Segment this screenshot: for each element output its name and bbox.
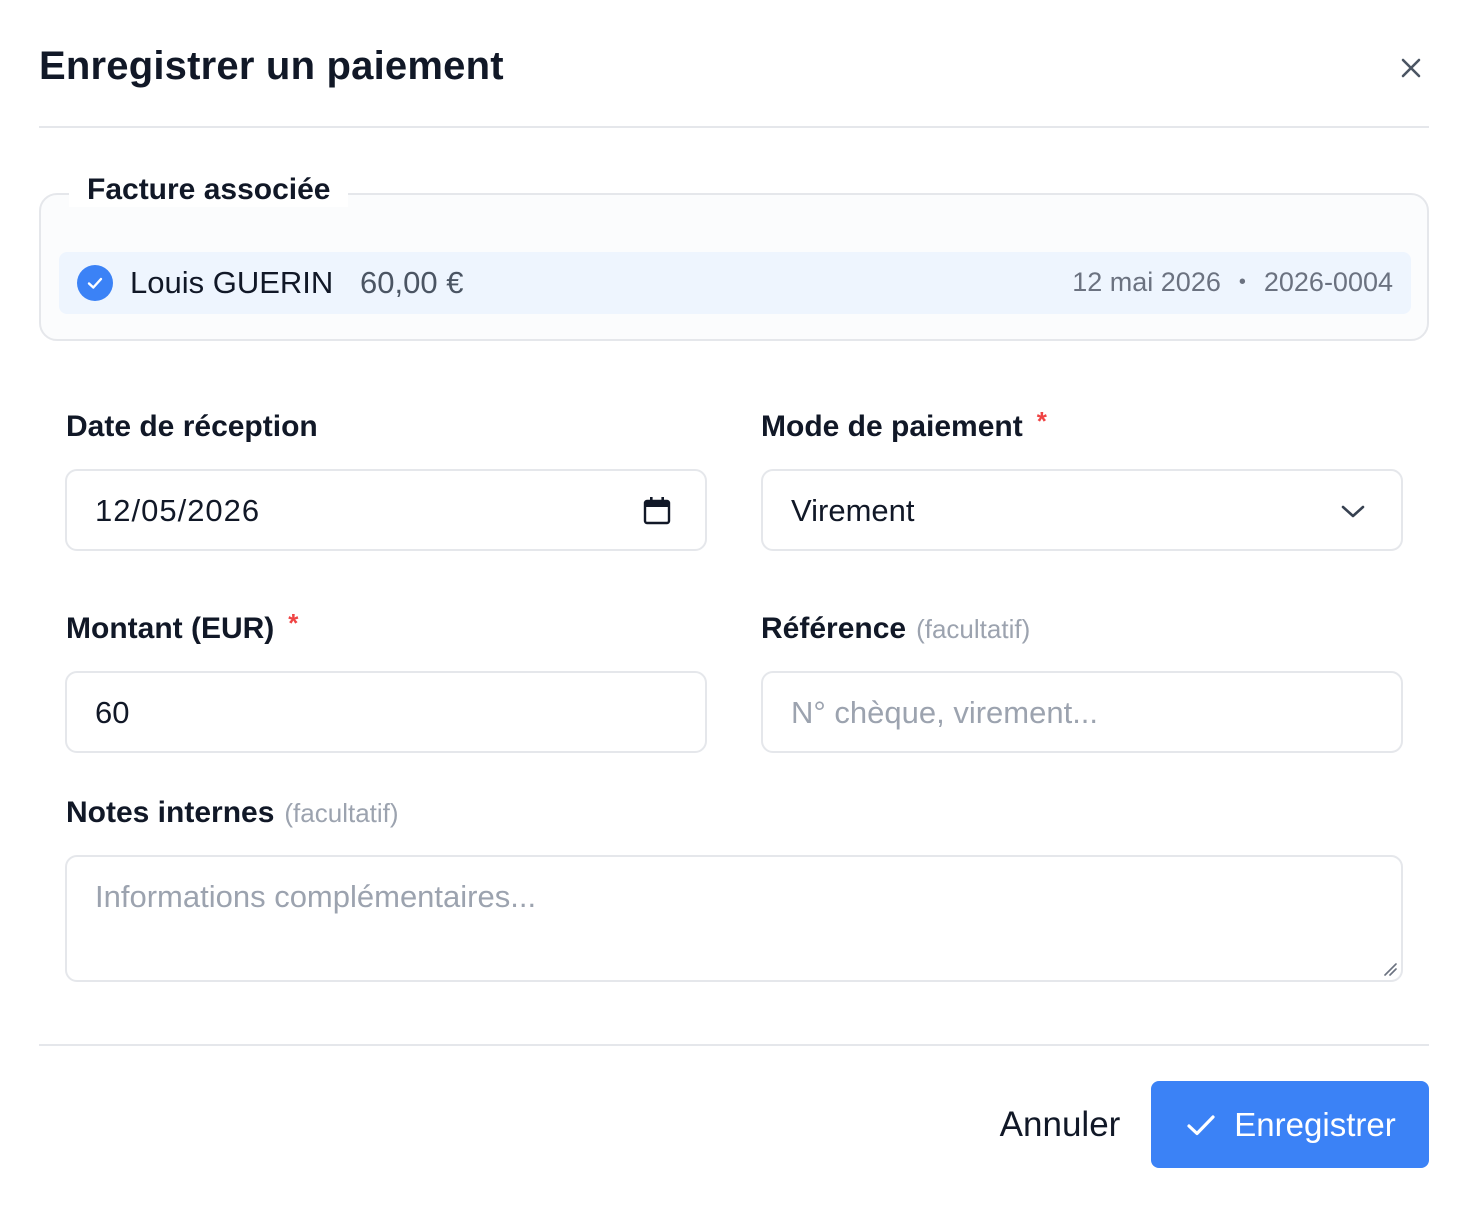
check-icon [1187,1114,1215,1135]
calendar-icon[interactable] [641,495,673,527]
notes-placeholder: Informations complémentaires... [95,879,537,914]
payment-method-value: Virement [791,493,915,528]
amount-value: 60 [95,695,130,730]
optional-hint: (facultatif) [916,614,1031,644]
cancel-button[interactable]: Annuler [988,1081,1132,1168]
reference-label-text: Référence [761,612,907,645]
notes-label-text: Notes internes [66,796,275,829]
save-button[interactable]: Enregistrer [1151,1081,1429,1168]
date-field[interactable]: 12/05/2026 [65,469,707,551]
date-label-text: Date de réception [66,410,318,443]
invoice-option[interactable]: Louis GUERIN 60,00 € 12 mai 2026 • 2026-… [59,252,1411,314]
resize-handle-icon[interactable] [1383,962,1397,976]
invoice-legend: Facture associée [69,173,349,207]
date-value: 12/05/2026 [95,493,261,528]
close-icon [1401,58,1421,78]
invoice-date: 12 mai 2026 [1072,267,1221,297]
amount-label-text: Montant (EUR) [66,612,275,645]
amount-label: Montant (EUR) * [66,608,298,646]
invoice-amount: 60,00 € [360,265,464,300]
payment-method-select[interactable]: Virement [761,469,1403,551]
method-label: Mode de paiement * [761,406,1047,444]
invoice-meta: 12 mai 2026 • 2026-0004 [1072,267,1393,298]
invoice-number: 2026-0004 [1263,267,1393,297]
method-label-text: Mode de paiement [761,410,1023,443]
invoice-fieldset: Facture associée Louis GUERIN 60,00 € 12… [39,173,1429,341]
invoice-client-name: Louis GUERIN [130,265,334,300]
close-button[interactable] [1393,50,1429,86]
footer-divider [39,1044,1429,1046]
check-circle-icon [77,265,113,301]
amount-field[interactable]: 60 [65,671,707,753]
meta-separator: • [1238,271,1246,293]
chevron-down-icon [1341,505,1365,518]
optional-hint: (facultatif) [284,798,399,828]
reference-placeholder: N° chèque, virement... [791,695,1099,730]
dialog-title: Enregistrer un paiement [39,44,504,88]
date-label: Date de réception [66,410,318,444]
required-marker: * [288,608,299,638]
reference-field[interactable]: N° chèque, virement... [761,671,1403,753]
reference-label: Référence (facultatif) [761,612,1030,646]
required-marker: * [1036,406,1047,436]
notes-textarea[interactable]: Informations complémentaires... [65,855,1403,982]
notes-label: Notes internes (facultatif) [66,796,399,830]
save-button-label: Enregistrer [1234,1105,1396,1143]
dialog-header: Enregistrer un paiement [39,0,1429,128]
